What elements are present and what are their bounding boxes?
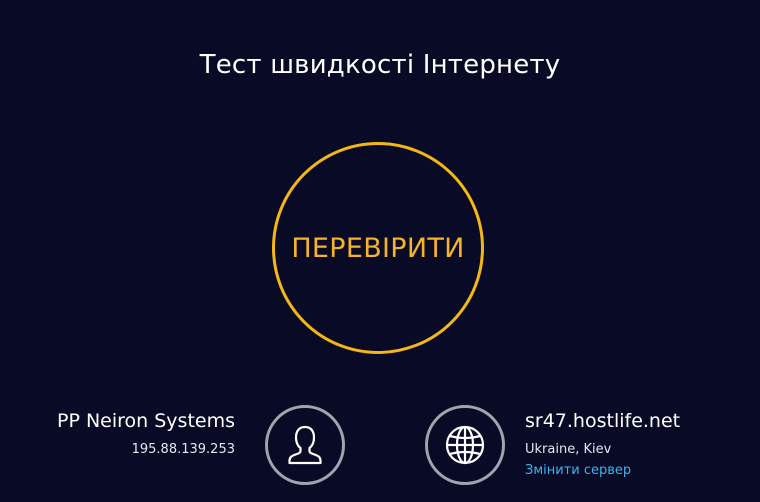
provider-ip: 195.88.139.253 — [131, 442, 235, 457]
page-title: Тест швидкості Інтернету — [199, 50, 561, 80]
go-button[interactable]: ПЕРЕВІРИТИ — [272, 142, 484, 354]
provider-info: PP Neiron Systems 195.88.139.253 — [40, 408, 235, 458]
go-button-label: ПЕРЕВІРИТИ — [291, 232, 465, 264]
globe-icon — [425, 405, 505, 485]
change-server-link[interactable]: Змінити сервер — [525, 463, 631, 479]
user-icon — [265, 405, 345, 485]
provider-name: PP Neiron Systems — [57, 410, 235, 432]
server-location: Ukraine, Kiev — [525, 442, 612, 457]
server-info: sr47.hostlife.net Ukraine, Kiev Змінити … — [525, 408, 755, 479]
server-host: sr47.hostlife.net — [525, 410, 681, 432]
